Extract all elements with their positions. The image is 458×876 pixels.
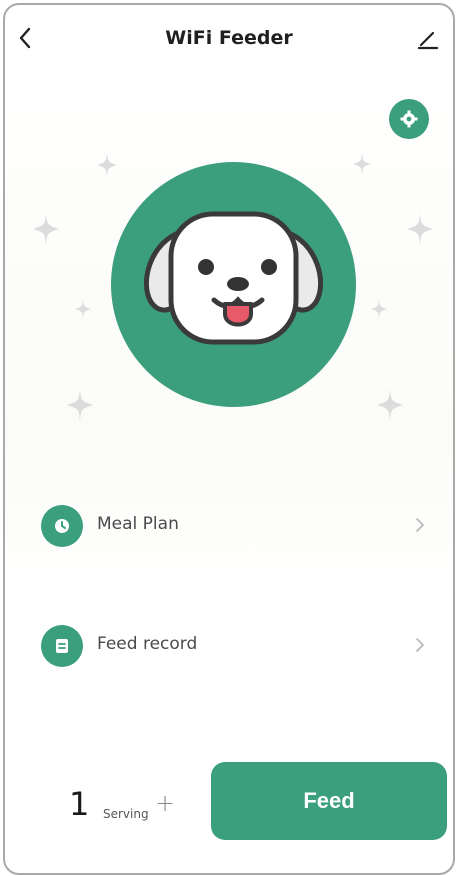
clock-icon xyxy=(41,505,83,547)
meal-plan-label: Meal Plan xyxy=(97,514,179,534)
gear-icon xyxy=(400,110,418,128)
sparkle-icon xyxy=(33,213,59,245)
app-frame: WiFi Feeder Meal Plan Feed record 1 Serv… xyxy=(3,3,455,875)
page-title: WiFi Feeder xyxy=(165,27,293,49)
meal-plan-row[interactable]: Meal Plan xyxy=(5,497,453,557)
sparkle-icon xyxy=(407,213,433,245)
list-document-icon xyxy=(41,625,83,667)
increment-button[interactable]: + xyxy=(155,789,175,817)
feed-record-row[interactable]: Feed record xyxy=(5,617,453,677)
serving-count: 1 xyxy=(69,785,90,823)
sparkle-icon xyxy=(67,389,93,421)
chevron-right-icon xyxy=(416,518,424,532)
sparkle-icon xyxy=(75,299,91,319)
feed-button[interactable]: Feed xyxy=(211,762,447,840)
pencil-icon[interactable] xyxy=(415,23,441,53)
pet-avatar xyxy=(111,162,356,407)
chevron-right-icon xyxy=(416,638,424,652)
serving-unit: Serving xyxy=(103,807,149,821)
feed-record-label: Feed record xyxy=(97,634,198,654)
sparkle-icon xyxy=(371,299,387,319)
sparkle-icon xyxy=(377,389,403,421)
settings-button[interactable] xyxy=(389,99,429,139)
header-bar: WiFi Feeder xyxy=(5,5,453,77)
dog-face-icon xyxy=(144,211,323,345)
